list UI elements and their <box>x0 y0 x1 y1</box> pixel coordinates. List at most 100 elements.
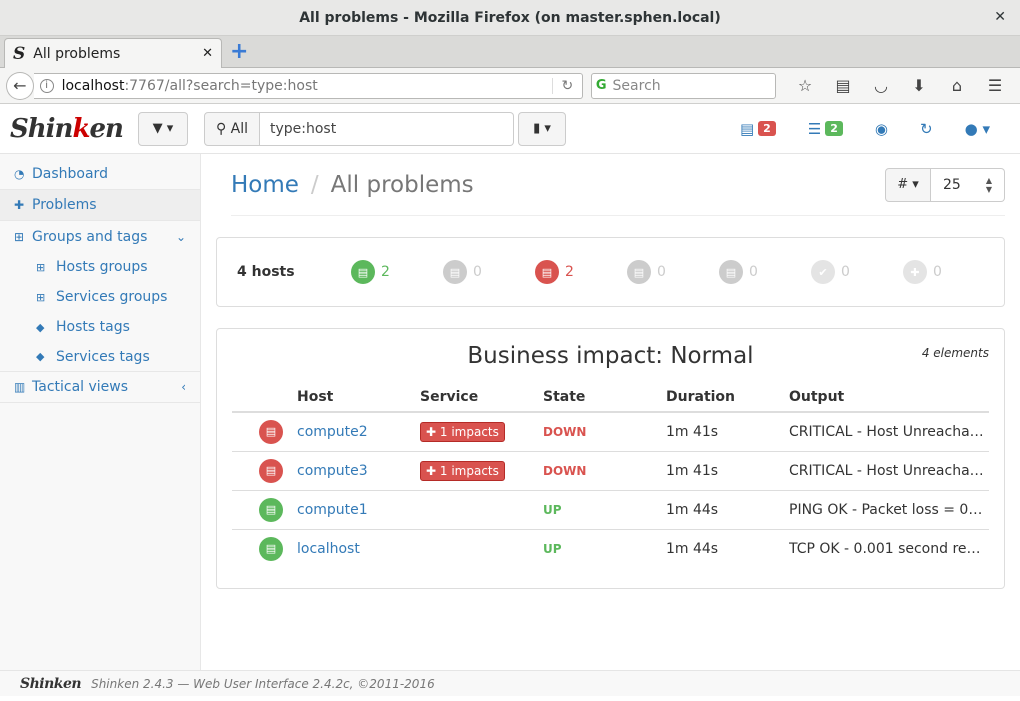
refresh-icon[interactable]: ↻ <box>920 120 933 138</box>
footer-logo: Shinken <box>20 675 82 692</box>
services-problems-button[interactable]: ☰ 2 <box>808 120 843 138</box>
sidebar: ◔ Dashboard ✚ Problems ⊞ Groups and tags ⌄ ⊞… <box>0 154 201 670</box>
state-label: UP <box>543 541 562 556</box>
page-size-input[interactable]: 25 ▲ ▼ <box>931 167 1005 202</box>
elements-count: 4 elements <box>921 346 989 360</box>
server-icon: ▤ <box>259 497 283 522</box>
server-icon: ▤ <box>351 260 375 284</box>
search-icon: ⚲ <box>215 120 227 137</box>
duration: 1m 41s <box>666 411 789 451</box>
hosts-problems-button[interactable]: ▤ 2 <box>740 120 776 138</box>
sidebar-item-problems[interactable]: ✚ Problems <box>0 190 200 221</box>
home-icon[interactable]: ⌂ <box>938 76 976 95</box>
url-host: localhost <box>61 77 125 94</box>
browser-tab-label: All problems <box>33 45 121 62</box>
plus-icon: ✚ <box>426 463 437 478</box>
bookmark-star-icon[interactable]: ☆ <box>786 76 824 95</box>
logo-part-3: en <box>89 113 123 144</box>
server-icon: ▤ <box>259 419 283 444</box>
shinken-favicon-icon: S <box>13 43 26 64</box>
dashboard-icon: ◔ <box>14 167 25 181</box>
sidebar-item-groups-and-tags[interactable]: ⊞ Groups and tags ⌄ <box>0 221 200 252</box>
browser-search-input[interactable]: G Search <box>590 72 776 99</box>
plus-icon: ✚ <box>426 424 437 439</box>
count-unreachable[interactable]: ▤ 0 <box>443 260 535 284</box>
output-text: PING OK - Packet loss = 0%, RTA <box>789 501 985 518</box>
caret-down-icon: ▾ <box>166 121 174 136</box>
sidebar-item-dashboard[interactable]: ◔ Dashboard <box>0 159 200 190</box>
sidebar-item-tactical-views[interactable]: ▥ Tactical views ‹ <box>0 372 200 403</box>
breadcrumb-current: All problems <box>330 171 474 198</box>
pocket-icon[interactable]: ◡ <box>862 76 900 95</box>
page-size-value: 25 <box>943 176 961 193</box>
page-size-control: # ▾ 25 ▲ ▼ <box>885 167 1005 202</box>
eye-icon[interactable]: ◉ <box>875 120 888 138</box>
url-bar[interactable]: i localhost:7767/all?search=type:host ↻ <box>33 72 583 99</box>
sidebar-item-label: Tactical views <box>32 379 129 395</box>
table-row[interactable]: ▤ localhost UP 1m 44s TCP OK - 0.001 sec… <box>232 528 989 568</box>
host-link[interactable]: compute2 <box>297 424 368 440</box>
new-tab-icon[interactable]: + <box>230 41 248 63</box>
search-scope-button[interactable]: ⚲ All <box>204 111 260 146</box>
col-icon <box>232 383 297 413</box>
count-value: 0 <box>933 264 942 280</box>
back-arrow-icon[interactable]: ← <box>6 71 34 100</box>
host-link[interactable]: compute1 <box>297 502 368 518</box>
host-link[interactable]: localhost <box>297 541 360 557</box>
download-icon[interactable]: ⬇ <box>900 76 938 95</box>
check-icon: ✔ <box>811 260 835 284</box>
shinken-logo[interactable]: Shinken <box>10 114 138 144</box>
spinner-icon[interactable]: ▲ ▼ <box>986 176 992 194</box>
sidebar-item-hosts-groups[interactable]: ⊞ Hosts groups <box>0 252 200 282</box>
sidebar-item-label: Services tags <box>56 348 150 365</box>
service-cell <box>420 528 543 568</box>
count-pending[interactable]: ▤ 0 <box>627 260 719 284</box>
count-down[interactable]: ▤ 2 <box>535 260 627 284</box>
search-engine-icon[interactable]: G <box>596 78 607 93</box>
reading-list-icon[interactable]: ▤ <box>824 76 862 95</box>
filter-dropdown-button[interactable]: ▼ ▾ <box>138 111 188 146</box>
count-ack[interactable]: ✔ 0 <box>811 260 903 284</box>
browser-search-placeholder: Search <box>612 77 661 94</box>
count-value: 0 <box>841 264 850 280</box>
table-row[interactable]: ▤ compute2 ✚ 1 impacts DOWN 1m 41s CRITI… <box>232 411 989 451</box>
page-size-menu-button[interactable]: # ▾ <box>885 167 931 202</box>
state-label: UP <box>543 502 562 517</box>
output-text: CRITICAL - Host Unreachable <box>789 462 985 479</box>
business-impact-panel: Business impact: Normal 4 elements Host … <box>216 328 1005 589</box>
count-downtime[interactable]: ✚ 0 <box>903 260 995 284</box>
sidebar-item-services-tags[interactable]: ◆ Services tags <box>0 342 200 372</box>
col-service: Service <box>420 383 543 413</box>
server-icon: ▤ <box>719 260 743 284</box>
url-text[interactable]: localhost:7767/all?search=type:host <box>62 78 552 94</box>
sitemap-icon: ⊞ <box>36 290 46 304</box>
impacts-label[interactable]: ✚ 1 impacts <box>420 460 505 481</box>
search-input[interactable]: type:host <box>260 111 514 146</box>
tab-close-icon[interactable]: ✕ <box>202 46 213 61</box>
col-output: Output <box>789 383 989 413</box>
server-icon: ▤ <box>627 260 651 284</box>
logo-part-1: Shin <box>10 113 73 144</box>
info-icon[interactable]: i <box>39 78 54 93</box>
count-up[interactable]: ▤ 2 <box>351 260 443 284</box>
breadcrumb-home[interactable]: Home <box>231 172 299 198</box>
page-size-label: # <box>897 177 909 192</box>
sidebar-item-services-groups[interactable]: ⊞ Services groups <box>0 282 200 312</box>
col-host: Host <box>297 383 420 413</box>
breadcrumb-separator: / <box>310 171 319 198</box>
bookmarks-dropdown-button[interactable]: ▮ ▾ <box>518 111 566 146</box>
browser-tab[interactable]: S All problems ✕ <box>4 38 222 68</box>
table-row[interactable]: ▤ compute1 UP 1m 44s PING OK - Packet lo… <box>232 489 989 529</box>
impacts-label[interactable]: ✚ 1 impacts <box>420 421 505 442</box>
count-unknown[interactable]: ▤ 0 <box>719 260 811 284</box>
count-value: 2 <box>565 264 574 280</box>
chevron-left-icon: ‹ <box>181 380 186 394</box>
reload-icon[interactable]: ↻ <box>551 77 582 94</box>
table-row[interactable]: ▤ compute3 ✚ 1 impacts DOWN 1m 41s CRITI… <box>232 450 989 490</box>
user-menu-button[interactable]: ● ▾ <box>965 120 990 138</box>
menu-icon[interactable]: ☰ <box>976 76 1014 95</box>
url-rest: :7767/all?search=type:host <box>124 77 318 94</box>
host-link[interactable]: compute3 <box>297 463 368 479</box>
sidebar-item-hosts-tags[interactable]: ◆ Hosts tags <box>0 312 200 342</box>
window-close-icon[interactable]: ✕ <box>994 9 1006 25</box>
